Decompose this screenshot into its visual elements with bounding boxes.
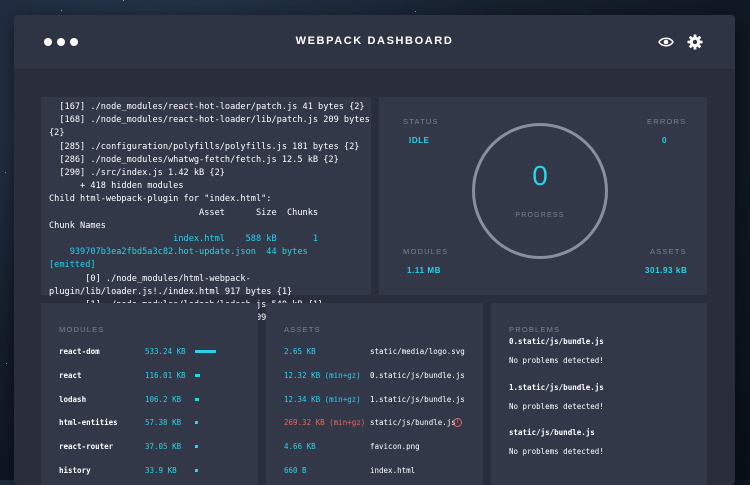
module-name: react-dom xyxy=(59,347,100,356)
log-line: index.html 588 kB 1 xyxy=(49,234,319,244)
module-size-bar xyxy=(195,397,199,401)
log-line: plugin/lib/loader.js!./index.html 917 by… xyxy=(49,286,293,297)
assets-label: ASSETS xyxy=(650,247,687,256)
module-name: history xyxy=(59,466,91,475)
asset-file: favicon.png xyxy=(370,442,420,452)
log-line: [286] ./node_modules/whatwg-fetch/fetch.… xyxy=(49,154,339,165)
asset-file: static/media/logo.svg xyxy=(370,347,465,356)
asset-size: 12.34 KB (min+gz) xyxy=(284,394,361,404)
log-line: Child html-webpack-plugin for "index.htm… xyxy=(49,194,272,205)
asset-file: index.html xyxy=(370,466,416,475)
module-name: lodash xyxy=(59,394,87,404)
assets-panel: ASSETS 2.65 KB static/media/logo.svg 12.32… xyxy=(266,303,483,485)
assets-value: 301.93 kB xyxy=(645,266,688,275)
module-size: 57.38 KB xyxy=(145,418,182,428)
asset-row[interactable]: 4.66 KB favicon.png xyxy=(266,442,483,454)
problem-file: 1.static/js/bundle.js xyxy=(509,382,604,392)
problem-message: No problems detected! xyxy=(509,447,604,456)
problem-message: No problems detected! xyxy=(509,401,604,411)
asset-row[interactable]: 12.32 KB (min+gz) 0.static/js/bundle.js xyxy=(266,371,483,383)
module-row[interactable]: html-entities 57.38 KB xyxy=(41,418,258,430)
progress-ring: 0 PROGRESS xyxy=(472,123,608,259)
module-row[interactable]: react 116.01 KB xyxy=(41,371,258,383)
module-size-bar xyxy=(195,445,198,449)
module-size: 33.9 KB xyxy=(145,466,177,475)
asset-file: 0.static/js/bundle.js xyxy=(370,370,465,380)
log-line: [168] ./node_modules/react-hot-loader/li… xyxy=(49,115,370,126)
build-stats-panel: STATUS IDLE ERRORS 0 0 PROGRESS MODULES … xyxy=(379,97,707,295)
module-row[interactable]: history 33.9 KB xyxy=(41,466,258,478)
module-size: 106.2 KB xyxy=(145,394,182,404)
errors-label: ERRORS xyxy=(647,117,687,126)
asset-size: 12.32 KB (min+gz) xyxy=(284,370,361,380)
module-size-bar xyxy=(195,373,200,377)
log-line: [285] ./configuration/polyfills/polyfill… xyxy=(49,141,360,152)
eye-icon[interactable] xyxy=(658,34,674,50)
warning-icon[interactable]: ! xyxy=(453,418,462,428)
log-line: [290] ./src/index.js 1.42 kB {2} xyxy=(49,168,225,178)
asset-size: 4.66 KB xyxy=(284,442,316,452)
title-bar: WEBPACK DASHBOARD xyxy=(14,15,735,70)
status-label: STATUS xyxy=(403,117,439,126)
module-row[interactable]: lodash 106.2 KB xyxy=(41,395,258,407)
status-value: IDLE xyxy=(409,136,430,145)
progress-value: 0 xyxy=(532,160,548,191)
modules-panel: MODULES react-dom 533.24 KB react 116.01 KB… xyxy=(41,303,258,485)
progress-label: PROGRESS xyxy=(515,212,565,219)
errors-value: 0 xyxy=(662,136,668,145)
problems-panel: PROBLEMS 0.static/js/bundle.js No problem… xyxy=(491,303,707,485)
module-row[interactable]: react-router 37.05 KB xyxy=(41,442,258,454)
asset-row[interactable]: 12.34 KB (min+gz) 1.static/js/bundle.js xyxy=(266,395,483,407)
asset-size: 269.32 KB (min+gz) xyxy=(284,418,366,428)
module-size-bar xyxy=(195,469,198,472)
asset-row[interactable]: 2.65 KB static/media/logo.svg xyxy=(266,347,483,359)
module-name: react xyxy=(59,370,82,380)
dashboard-window: WEBPACK DASHBOARD [167] ./node_modules/r… xyxy=(14,15,735,485)
log-line: [emitted] xyxy=(49,260,96,271)
asset-row[interactable]: 660 B index.html xyxy=(266,466,483,478)
log-line: + 418 hidden modules xyxy=(49,181,184,192)
module-name: html-entities xyxy=(59,418,118,428)
asset-file: 1.static/js/bundle.js xyxy=(370,394,465,404)
module-size-bar xyxy=(195,350,216,353)
log-line: Chunk Names xyxy=(49,220,106,231)
module-name: react-router xyxy=(59,442,114,452)
module-size: 533.24 KB xyxy=(145,347,186,356)
module-size: 37.05 KB xyxy=(145,442,182,452)
module-size: 116.01 KB xyxy=(145,370,186,380)
build-log-panel[interactable]: [167] ./node_modules/react-hot-loader/pa… xyxy=(41,97,371,323)
window-title: WEBPACK DASHBOARD xyxy=(295,35,454,47)
problem-file: static/js/bundle.js xyxy=(509,428,595,437)
assets-heading: ASSETS xyxy=(284,325,321,334)
modules-heading: MODULES xyxy=(59,325,105,334)
asset-row[interactable]: 269.32 KB (min+gz) static/js/bundle.js! xyxy=(266,418,483,430)
modules-value: 1.11 MB xyxy=(407,266,441,275)
problems-heading: PROBLEMS xyxy=(509,325,561,334)
log-line: Asset Size Chunks xyxy=(49,207,319,218)
module-row[interactable]: react-dom 533.24 KB xyxy=(41,347,258,359)
log-line: [167] ./node_modules/react-hot-loader/pa… xyxy=(49,102,365,112)
problem-message: No problems detected! xyxy=(509,356,604,365)
gear-icon[interactable] xyxy=(687,34,703,50)
module-size-bar xyxy=(195,421,198,425)
asset-size: 660 B xyxy=(284,466,307,475)
asset-file: static/js/bundle.js xyxy=(370,418,456,428)
log-line: {2} xyxy=(49,128,65,139)
log-line: [0] ./node_modules/html-webpack- xyxy=(49,273,251,284)
log-line: 939707b3ea2fbd5a3c82.hot-update.json 44 … xyxy=(49,247,308,258)
modules-label: MODULES xyxy=(403,247,449,256)
asset-size: 2.65 KB xyxy=(284,347,316,356)
problem-file: 0.static/js/bundle.js xyxy=(509,337,604,346)
